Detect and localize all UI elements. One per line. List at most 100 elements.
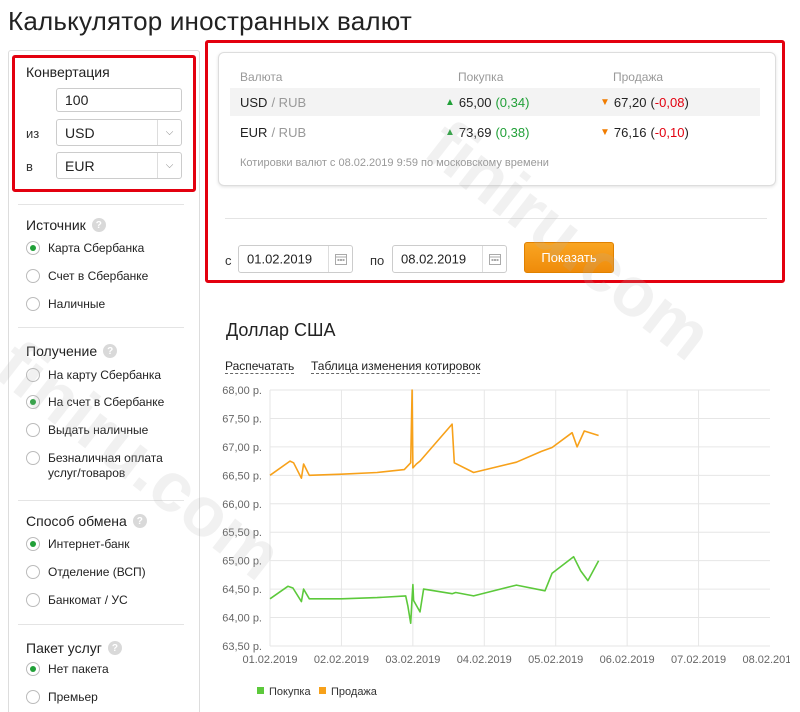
amount-input[interactable] <box>56 88 182 112</box>
exchange-option[interactable]: Банкомат / УС <box>26 593 128 608</box>
arrow-up-icon: ▲ <box>445 127 455 138</box>
package-option[interactable]: Нет пакета <box>26 662 109 677</box>
sell-change: -0,10 <box>654 125 685 140</box>
receive-option[interactable]: На счет в Сбербанке <box>26 395 164 410</box>
sell-value: 67,20 <box>613 95 647 110</box>
radio-label: Безналичная оплата услуг/товаров <box>48 451 163 480</box>
exchange-option[interactable]: Отделение (ВСП) <box>26 565 146 580</box>
source-option[interactable]: Счет в Сбербанке <box>26 269 148 284</box>
exchange-title: Способ обмена? <box>26 513 147 529</box>
package-option[interactable]: Премьер <box>26 690 98 705</box>
x-tick-label: 06.02.2019 <box>600 654 655 666</box>
rate-currency: USD / RUB <box>240 95 306 110</box>
radio-button[interactable] <box>26 241 40 255</box>
receive-option[interactable]: На карту Сбербанка <box>26 368 161 383</box>
help-icon[interactable]: ? <box>103 344 118 358</box>
from-label: из <box>26 126 40 141</box>
source-title: Источник? <box>26 217 106 233</box>
legend-swatch <box>319 687 326 694</box>
series-line-sell <box>269 389 599 479</box>
divider <box>225 218 767 219</box>
buy-change: (0,34) <box>495 95 530 110</box>
help-icon[interactable]: ? <box>132 514 147 528</box>
buy-change: (0,38) <box>495 125 530 140</box>
legend-label: Продажа <box>331 686 378 698</box>
receive-option[interactable]: Выдать наличные <box>26 423 148 438</box>
sell-change-close: ) <box>684 95 689 110</box>
rate-currency: EUR / RUB <box>240 125 306 140</box>
from-currency-select[interactable]: USD ⌵ <box>56 119 182 146</box>
to-date-label: по <box>370 253 385 268</box>
to-date-value: 08.02.2019 <box>401 251 467 267</box>
from-date-label: с <box>225 253 232 268</box>
y-tick-label: 66,50 р. <box>222 470 262 482</box>
arrow-up-icon: ▲ <box>445 97 455 108</box>
base-currency: / RUB <box>271 95 307 110</box>
arrow-down-icon: ▼ <box>600 97 610 108</box>
from-date-input[interactable]: 01.02.2019 <box>238 245 353 273</box>
radio-label: Карта Сбербанка <box>48 241 145 255</box>
currency-code: USD <box>240 95 268 110</box>
col-header-sell: Продажа <box>613 70 664 84</box>
divider <box>18 500 184 501</box>
conversion-title: Конвертация <box>26 64 110 80</box>
sell-change-close: ) <box>684 125 689 140</box>
radio-button[interactable] <box>26 690 40 704</box>
radio-label: Нет пакета <box>48 662 109 676</box>
exchange-option[interactable]: Интернет-банк <box>26 537 130 552</box>
x-tick-label: 02.02.2019 <box>314 654 369 666</box>
radio-button[interactable] <box>26 593 40 607</box>
radio-button[interactable] <box>26 662 40 676</box>
radio-label: Интернет-банк <box>48 537 130 551</box>
calendar-icon[interactable] <box>328 246 352 272</box>
to-currency-value: EUR <box>65 157 95 174</box>
to-currency-select[interactable]: EUR ⌵ <box>56 152 182 179</box>
print-link[interactable]: Распечатать <box>225 359 295 374</box>
legend-label: Покупка <box>269 686 311 698</box>
y-tick-label: 64,00 р. <box>222 613 262 625</box>
rate-buy: ▲ 65,00 (0,34) <box>445 95 529 110</box>
y-tick-label: 64,50 р. <box>222 584 262 596</box>
chevron-down-icon: ⌵ <box>157 120 181 145</box>
radio-label: Банкомат / УС <box>48 593 128 607</box>
show-button[interactable]: Показать <box>524 242 614 273</box>
receive-option[interactable]: Безналичная оплата услуг/товаров <box>26 451 188 481</box>
radio-button[interactable] <box>26 537 40 551</box>
x-tick-label: 01.02.2019 <box>242 654 297 666</box>
radio-label: Наличные <box>48 297 106 311</box>
radio-label: Выдать наличные <box>48 423 149 437</box>
receive-title: Получение? <box>26 343 118 359</box>
from-currency-value: USD <box>65 124 95 141</box>
arrow-down-icon: ▼ <box>600 127 610 138</box>
series-line-buy <box>269 555 600 624</box>
y-tick-label: 66,00 р. <box>222 499 262 511</box>
radio-button[interactable] <box>26 269 40 283</box>
radio-button[interactable] <box>26 395 40 409</box>
help-icon[interactable]: ? <box>91 218 106 232</box>
calendar-icon[interactable] <box>482 246 506 272</box>
y-tick-label: 63,50 р. <box>222 641 262 653</box>
help-icon[interactable]: ? <box>107 641 122 655</box>
rates-note: Котировки валют с 08.02.2019 9:59 по мос… <box>240 157 549 169</box>
to-label: в <box>26 159 33 174</box>
rate-buy: ▲ 73,69 (0,38) <box>445 125 529 140</box>
package-title: Пакет услуг? <box>26 640 122 656</box>
currency-code: EUR <box>240 125 268 140</box>
rates-table-link[interactable]: Таблица изменения котировок <box>311 359 481 374</box>
usd-rate-chart: 68,00 р. 67,50 р. 67,00 р. 66,50 р. 66,00 р.… <box>222 385 790 698</box>
sell-value: 76,16 <box>613 125 647 140</box>
source-option[interactable]: Наличные <box>26 297 105 312</box>
radio-button[interactable] <box>26 565 40 579</box>
to-date-input[interactable]: 08.02.2019 <box>392 245 507 273</box>
chart-title: Доллар США <box>226 320 336 340</box>
divider <box>18 327 184 328</box>
x-tick-label: 05.02.2019 <box>528 654 583 666</box>
radio-label: Премьер <box>48 690 98 704</box>
radio-label: На счет в Сбербанке <box>48 395 165 409</box>
radio-button[interactable] <box>26 297 40 311</box>
rate-sell: ▼ 67,20(-0,08) <box>600 95 689 110</box>
radio-button[interactable] <box>26 368 40 382</box>
radio-button[interactable] <box>26 423 40 437</box>
source-option[interactable]: Карта Сбербанка <box>26 241 144 256</box>
radio-button[interactable] <box>26 451 40 465</box>
